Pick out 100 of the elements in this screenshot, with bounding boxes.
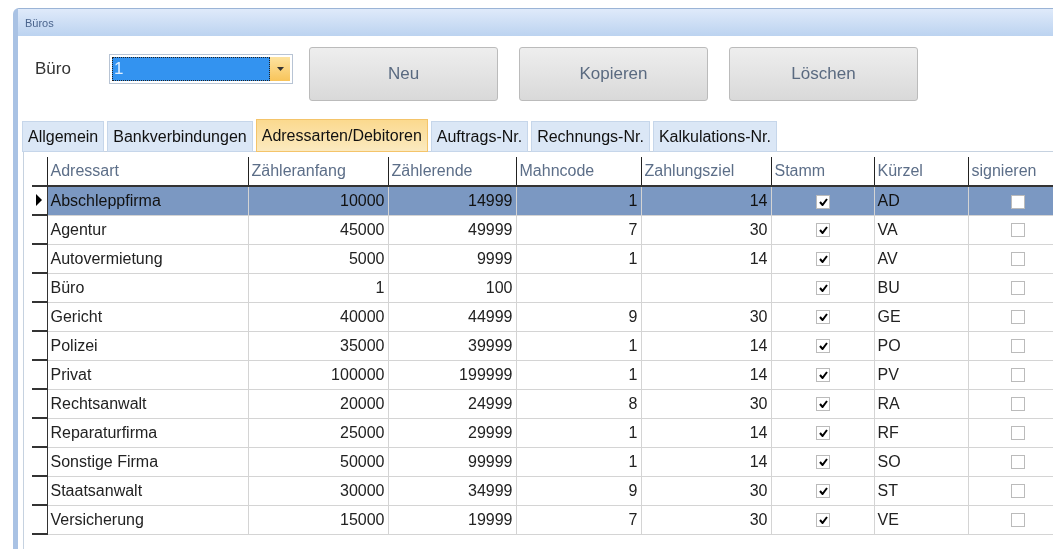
table-cell: 7 <box>516 215 641 244</box>
table-cell: 100000 <box>248 360 388 389</box>
table-cell: 30 <box>641 389 771 418</box>
tab[interactable]: Rechnungs-Nr. <box>531 121 650 152</box>
table-cell: 14 <box>641 331 771 360</box>
table-cell: Versicherung <box>47 505 248 534</box>
table-row[interactable]: Privat 100000 199999 1 14 PV <box>32 360 1053 389</box>
action-button[interactable]: Neu <box>309 47 498 101</box>
table-cell: ST <box>874 476 968 505</box>
table-cell: RA <box>874 389 968 418</box>
table-cell: AV <box>874 244 968 273</box>
checkbox[interactable] <box>815 426 830 441</box>
table-cell: 45000 <box>248 215 388 244</box>
checkbox[interactable] <box>1011 397 1025 412</box>
table-cell: 5000 <box>248 244 388 273</box>
table-cell: 25000 <box>248 418 388 447</box>
checkbox[interactable] <box>1011 281 1025 296</box>
tab[interactable]: Kalkulations-Nr. <box>652 121 777 152</box>
table-cell: 29999 <box>388 418 516 447</box>
table-cell: 9 <box>516 302 641 331</box>
table-row[interactable]: Agentur 45000 49999 7 30 VA <box>32 215 1053 244</box>
table-cell: 1 <box>248 273 388 302</box>
tab[interactable]: Auftrags-Nr. <box>430 121 529 152</box>
table-row[interactable]: Polizei 35000 39999 1 14 PO <box>32 331 1053 360</box>
table-cell: 34999 <box>388 476 516 505</box>
table-cell: 1 <box>516 331 641 360</box>
checkbox[interactable] <box>815 310 830 325</box>
table-cell: 9 <box>516 476 641 505</box>
table-cell: 1 <box>516 360 641 389</box>
table-cell: Staatsanwalt <box>47 476 248 505</box>
table-row[interactable]: Sonstige Firma 50000 99999 1 14 SO <box>32 447 1053 476</box>
tab[interactable]: Allgemein <box>22 121 105 152</box>
table-row[interactable]: Rechtsanwalt 20000 24999 8 30 RA <box>32 389 1053 418</box>
table-cell: 30 <box>641 215 771 244</box>
checkbox[interactable] <box>1011 252 1025 267</box>
checkbox[interactable] <box>1011 339 1025 354</box>
table-row[interactable]: Autovermietung 5000 9999 1 14 AV <box>32 244 1053 273</box>
table-cell: Gericht <box>47 302 248 331</box>
table-cell: Reparaturfirma <box>47 418 248 447</box>
checkbox[interactable] <box>815 368 830 383</box>
checkbox[interactable] <box>1011 310 1025 325</box>
table-cell: Autovermietung <box>47 244 248 273</box>
table-cell: Privat <box>47 360 248 389</box>
table-cell: 19999 <box>388 505 516 534</box>
table-cell: GE <box>874 302 968 331</box>
table-cell: 39999 <box>388 331 516 360</box>
checkbox[interactable] <box>815 252 830 267</box>
table-cell: 100 <box>388 273 516 302</box>
table-cell: 14 <box>641 447 771 476</box>
row-pointer-icon <box>36 193 43 206</box>
table-row[interactable]: Büro 1 100 BU <box>32 273 1053 302</box>
table-row[interactable]: Gericht 40000 44999 9 30 GE <box>32 302 1053 331</box>
table-cell: 14 <box>641 360 771 389</box>
table-cell: 44999 <box>388 302 516 331</box>
table-cell: 8 <box>516 389 641 418</box>
table-cell: VA <box>874 215 968 244</box>
checkbox[interactable] <box>815 223 830 238</box>
checkbox[interactable] <box>815 484 830 499</box>
checkbox[interactable] <box>1011 455 1025 470</box>
table-cell: 1 <box>516 418 641 447</box>
table-cell: 50000 <box>248 447 388 476</box>
table-cell: Polizei <box>47 331 248 360</box>
table-cell: 1 <box>516 186 641 215</box>
checkbox[interactable] <box>1011 223 1025 238</box>
checkbox[interactable] <box>1011 426 1025 441</box>
table-cell: AD <box>874 186 968 215</box>
table-row[interactable]: Staatsanwalt 30000 34999 9 30 ST <box>32 476 1053 505</box>
table-cell: 199999 <box>388 360 516 389</box>
table-cell: 30000 <box>248 476 388 505</box>
table-cell: Sonstige Firma <box>47 447 248 476</box>
table-cell: 30 <box>641 476 771 505</box>
table-cell: 40000 <box>248 302 388 331</box>
table-cell: PO <box>874 331 968 360</box>
table-cell: Agentur <box>47 215 248 244</box>
table-cell: 14 <box>641 186 771 215</box>
table-row[interactable]: Versicherung 15000 19999 7 30 VE <box>32 505 1053 534</box>
tab[interactable]: Bankverbindungen <box>107 121 253 152</box>
table-row[interactable]: Reparaturfirma 25000 29999 1 14 RF <box>32 418 1053 447</box>
table-cell: 35000 <box>248 331 388 360</box>
checkbox[interactable] <box>1011 194 1025 209</box>
table-cell: 99999 <box>388 447 516 476</box>
checkbox[interactable] <box>815 194 830 209</box>
checkbox[interactable] <box>1011 368 1025 383</box>
action-button[interactable]: Löschen <box>729 47 918 101</box>
checkbox[interactable] <box>815 397 830 412</box>
table-row[interactable]: Abschleppfirma 10000 14999 1 14 AD <box>32 186 1053 215</box>
table-cell: 14 <box>641 418 771 447</box>
tab[interactable]: Adressarten/Debitoren <box>255 119 428 152</box>
checkbox[interactable] <box>815 455 830 470</box>
table-cell: Abschleppfirma <box>47 186 248 215</box>
checkbox[interactable] <box>815 339 830 354</box>
checkbox[interactable] <box>815 513 830 528</box>
window-title: Büros <box>25 16 54 29</box>
checkbox[interactable] <box>1011 513 1025 528</box>
table-cell: 24999 <box>388 389 516 418</box>
checkbox[interactable] <box>815 281 830 296</box>
table-cell: 1 <box>516 244 641 273</box>
action-button[interactable]: Kopieren <box>519 47 708 101</box>
checkbox[interactable] <box>1011 484 1025 499</box>
table-cell: VE <box>874 505 968 534</box>
